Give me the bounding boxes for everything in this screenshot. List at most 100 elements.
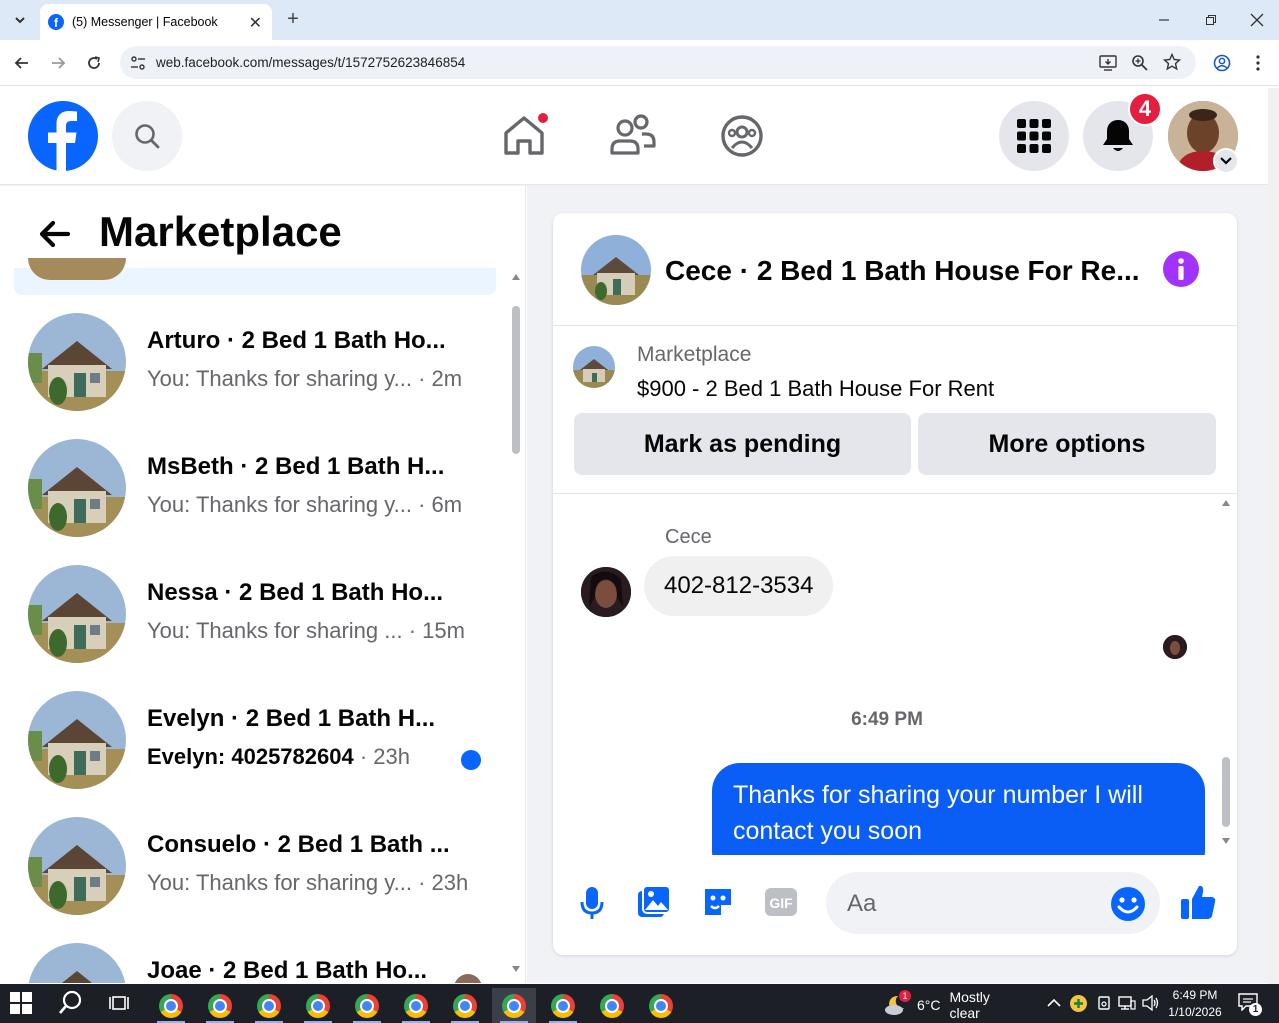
chrome-icon [502, 993, 526, 1018]
tray-app-icon[interactable] [1070, 995, 1087, 1012]
profile-button[interactable] [1210, 51, 1234, 75]
message-composer: GIF Aa [553, 863, 1237, 955]
bell-icon [1103, 120, 1133, 151]
chat-title[interactable]: Cece · 2 Bed 1 Bath House For Re... [665, 255, 1140, 287]
chat-window: Cece · 2 Bed 1 Bath House For Re... Mark… [553, 213, 1237, 955]
gif-button[interactable]: GIF [764, 887, 798, 917]
conversation-row[interactable]: Joae · 2 Bed 1 Bath Ho... [14, 934, 496, 983]
address-bar[interactable]: web.facebook.com/messages/t/157275262384… [120, 46, 1196, 79]
clock[interactable]: 6:49 PM 1/10/2026 [1163, 987, 1227, 1021]
scroll-down-arrow[interactable] [512, 966, 520, 972]
task-view-button[interactable] [108, 993, 132, 1015]
close-window-button[interactable] [1245, 8, 1269, 32]
notification-badge: 4 [1128, 92, 1162, 126]
conversation-info-button[interactable] [1163, 251, 1199, 287]
install-app-icon[interactable] [1099, 54, 1117, 72]
message-input[interactable]: Aa [826, 872, 1160, 934]
tab-search-button[interactable] [8, 8, 32, 32]
back-arrow-button[interactable] [36, 216, 76, 256]
smiley-icon [1111, 887, 1145, 921]
page-scrollbar-up[interactable] [1268, 88, 1279, 984]
selected-conversation-row[interactable] [14, 258, 496, 295]
conversation-row[interactable]: Consuelo · 2 Bed 1 Bath ... You: Thanks f… [14, 808, 496, 926]
bookmark-star-icon[interactable] [1163, 53, 1181, 71]
back-button[interactable] [10, 51, 34, 75]
weather-temperature: 6°C [916, 997, 941, 1013]
more-options-button[interactable]: More options [918, 413, 1216, 475]
search-button[interactable] [112, 101, 182, 171]
outgoing-message-bubble[interactable]: Thanks for sharing your number I will co… [712, 763, 1205, 855]
taskbar-chrome-window[interactable] [149, 988, 193, 1023]
volume-icon [1142, 994, 1159, 1012]
taskbar-chrome-window[interactable] [443, 988, 487, 1023]
voice-clip-button[interactable] [579, 885, 605, 921]
scroll-up-arrow[interactable] [512, 274, 520, 280]
browser-toolbar: web.facebook.com/messages/t/157275262384… [0, 40, 1279, 86]
listing-mini-thumbnail[interactable] [573, 346, 615, 388]
taskbar-chrome-window[interactable] [345, 988, 389, 1023]
account-menu-chevron[interactable] [1213, 148, 1239, 174]
start-button[interactable] [10, 992, 34, 1016]
network-icon-button[interactable] [1118, 995, 1136, 1011]
volume-icon-button[interactable] [1142, 994, 1160, 1012]
minimize-window-button[interactable] [1152, 8, 1176, 32]
weather-widget[interactable]: 1 6°C Mostly clear [884, 989, 1024, 1021]
facebook-favicon-icon: f [48, 14, 64, 30]
browser-tab[interactable]: f (5) Messenger | Facebook ✕ [40, 4, 272, 40]
taskbar-chrome-window[interactable] [247, 988, 291, 1023]
preview-text: You: Thanks for sharing y... [147, 870, 412, 895]
taskbar-chrome-window[interactable] [639, 988, 683, 1023]
taskbar-chrome-window[interactable] [296, 988, 340, 1023]
taskbar-chrome-window[interactable] [590, 988, 634, 1023]
taskbar-search-button[interactable] [58, 990, 86, 1018]
incoming-message-bubble[interactable]: 402-812-3534 [644, 556, 834, 616]
plus-icon [1074, 999, 1083, 1008]
site-settings-icon[interactable] [130, 55, 146, 71]
scroll-down-arrow[interactable] [1222, 838, 1230, 844]
chrome-menu-button[interactable] [1246, 51, 1270, 75]
nav-friends[interactable] [608, 113, 658, 159]
scroll-up-arrow[interactable] [1222, 500, 1230, 506]
attach-photo-button[interactable] [637, 885, 671, 919]
chevron-up-icon [1047, 998, 1061, 1007]
close-tab-icon[interactable]: ✕ [249, 13, 262, 33]
send-like-button[interactable] [1179, 883, 1217, 921]
conversation-row[interactable]: Arturo · 2 Bed 1 Bath Ho... You: Thanks f… [14, 304, 496, 422]
sender-avatar[interactable] [581, 567, 631, 617]
taskbar-chrome-window[interactable] [492, 988, 536, 1023]
nav-home[interactable] [500, 111, 550, 159]
mark-as-pending-button[interactable]: Mark as pending [574, 413, 911, 475]
nav-groups[interactable] [719, 113, 765, 159]
home-notification-dot [536, 111, 550, 125]
taskbar-chrome-window[interactable] [541, 988, 585, 1023]
chat-listing-avatar[interactable] [581, 235, 651, 305]
tray-device-icon[interactable] [1096, 995, 1112, 1011]
menu-button[interactable] [999, 101, 1069, 171]
show-hidden-icons-button[interactable] [1047, 995, 1061, 1009]
taskbar-chrome-window[interactable] [198, 988, 242, 1023]
zoom-icon[interactable] [1131, 54, 1149, 72]
sticker-button[interactable] [701, 885, 735, 919]
list-scrollbar[interactable] [509, 272, 523, 972]
conversation-row[interactable]: MsBeth · 2 Bed 1 Bath H... You: Thanks fo… [14, 430, 496, 548]
reload-button[interactable] [82, 51, 106, 75]
restore-window-button[interactable] [1199, 8, 1223, 32]
new-tab-button[interactable]: + [282, 8, 304, 30]
forward-button[interactable] [46, 51, 70, 75]
conversation-row[interactable]: Evelyn · 2 Bed 1 Bath H... Evelyn: 402578… [14, 682, 496, 800]
scroll-thumb[interactable] [512, 306, 520, 454]
microphone-icon [580, 887, 604, 919]
taskbar-chrome-window[interactable] [394, 988, 438, 1023]
emoji-button[interactable] [1110, 886, 1146, 922]
conversation-name: Arturo · 2 Bed 1 Bath Ho... [147, 327, 446, 354]
scroll-thumb[interactable] [1222, 757, 1230, 827]
conversation-preview: You: Thanks for sharing y... · 2m [147, 366, 462, 392]
listing-title[interactable]: $900 - 2 Bed 1 Bath House For Rent [637, 376, 994, 402]
facebook-logo-icon[interactable] [28, 101, 98, 171]
close-icon [1250, 13, 1264, 27]
conversation-row[interactable]: Nessa · 2 Bed 1 Bath Ho... You: Thanks fo… [14, 556, 496, 674]
preview-separator: · [411, 870, 432, 895]
clock-date: 1/10/2026 [1168, 1005, 1222, 1019]
thread-scrollbar[interactable] [1219, 495, 1233, 855]
notification-center-button[interactable]: 1 [1238, 993, 1262, 1016]
